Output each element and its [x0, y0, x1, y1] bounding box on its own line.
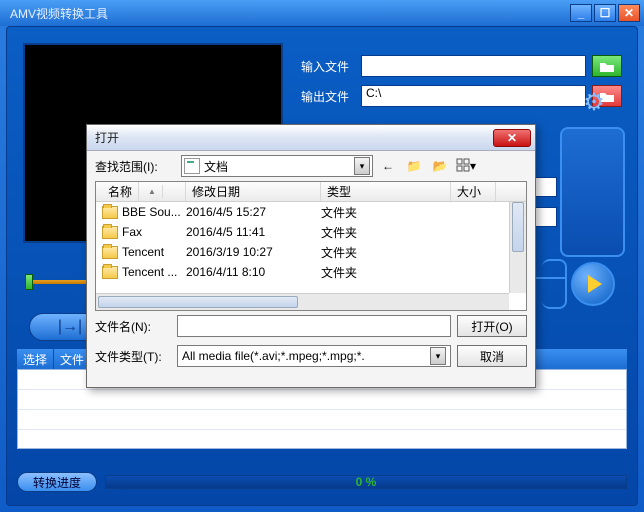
folder-icon [102, 226, 118, 239]
filename-row: 文件名(N): 打开(O) [87, 311, 535, 341]
filename-label: 文件名(N): [95, 318, 171, 335]
input-file-field[interactable] [361, 55, 586, 77]
slider-thumb[interactable] [25, 274, 33, 290]
chevron-down-icon[interactable]: ▾ [430, 347, 446, 365]
lookin-label: 查找范围(I): [95, 158, 177, 175]
filetype-combo[interactable]: All media file(*.avi;*.mpeg;*.mpg;*. ▾ [177, 345, 451, 367]
up-folder-button[interactable]: 📁 [403, 155, 425, 177]
app-window: AMV视频转换工具 _ ☐ ✕ 输入文件 输出文件 C:\ ⚙ [0, 0, 644, 512]
cancel-button[interactable]: 取消 [457, 345, 527, 367]
list-item[interactable]: Fax2016/4/5 11:41文件夹 [96, 222, 526, 242]
input-file-label: 输入文件 [301, 58, 361, 75]
list-item[interactable]: Tencent ...2016/4/11 8:10文件夹 [96, 262, 526, 282]
scrollbar-thumb[interactable] [98, 296, 298, 308]
app-title: AMV视频转换工具 [4, 5, 568, 22]
new-folder-button[interactable]: 📂 [429, 155, 451, 177]
folder-icon [102, 206, 118, 219]
col-date[interactable]: 修改日期 [186, 182, 321, 201]
minimize-button[interactable]: _ [570, 4, 592, 22]
maximize-button[interactable]: ☐ [594, 4, 616, 22]
progress-percent: 0 % [356, 475, 377, 489]
list-item[interactable]: Tencent2016/3/19 10:27文件夹 [96, 242, 526, 262]
output-file-field[interactable]: C:\ [361, 85, 586, 107]
progress-bar-row: 转换进度 0 % [17, 471, 627, 493]
close-button[interactable]: ✕ [618, 4, 640, 22]
output-file-row: 输出文件 C:\ [301, 85, 622, 107]
document-folder-icon [184, 158, 200, 174]
folder-icon [102, 246, 118, 259]
decor-wire [542, 259, 567, 309]
lookin-value: 文档 [204, 158, 228, 175]
back-button[interactable]: ← [377, 155, 399, 177]
lookin-combo[interactable]: 文档 ▾ [181, 155, 373, 177]
dialog-titlebar[interactable]: 打开 ✕ [87, 125, 535, 151]
progress-bar: 0 % [105, 475, 627, 489]
folder-open-icon [599, 60, 615, 72]
list-header: 名称▲ 修改日期 类型 大小 [96, 182, 526, 202]
titlebar[interactable]: AMV视频转换工具 _ ☐ ✕ [0, 0, 644, 26]
grid-row [18, 410, 626, 430]
play-button[interactable] [571, 262, 615, 306]
settings-panel [560, 127, 625, 257]
folder-icon [102, 266, 118, 279]
dialog-close-button[interactable]: ✕ [493, 129, 531, 147]
open-button[interactable]: 打开(O) [457, 315, 527, 337]
gear-icon[interactable]: ⚙ [579, 87, 609, 117]
open-file-dialog: 打开 ✕ 查找范围(I): 文档 ▾ ← 📁 📂 ▾ 名称▲ 修改日期 类型 大… [86, 124, 536, 388]
filetype-row: 文件类型(T): All media file(*.avi;*.mpeg;*.m… [87, 341, 535, 371]
file-list[interactable]: 名称▲ 修改日期 类型 大小 BBE Sou...2016/4/5 15:27文… [95, 181, 527, 311]
vertical-scrollbar[interactable] [509, 202, 526, 293]
view-menu-button[interactable]: ▾ [455, 155, 477, 177]
scrollbar-thumb[interactable] [512, 202, 524, 252]
lookin-row: 查找范围(I): 文档 ▾ ← 📁 📂 ▾ [87, 151, 535, 181]
col-select[interactable]: 选择 [17, 349, 54, 369]
grid-row [18, 390, 626, 410]
output-file-label: 输出文件 [301, 88, 361, 105]
chevron-down-icon[interactable]: ▾ [354, 157, 370, 175]
col-type[interactable]: 类型 [321, 182, 451, 201]
col-name[interactable]: 名称▲ [96, 182, 186, 201]
col-size[interactable]: 大小 [451, 182, 496, 201]
input-file-row: 输入文件 [301, 55, 622, 77]
browse-input-button[interactable] [592, 55, 622, 77]
list-item[interactable]: BBE Sou...2016/4/5 15:27文件夹 [96, 202, 526, 222]
dialog-title: 打开 [91, 129, 493, 146]
progress-label: 转换进度 [17, 472, 97, 492]
view-grid-icon [456, 158, 470, 174]
filetype-label: 文件类型(T): [95, 348, 171, 365]
filename-input[interactable] [177, 315, 451, 337]
horizontal-scrollbar[interactable] [96, 293, 509, 310]
